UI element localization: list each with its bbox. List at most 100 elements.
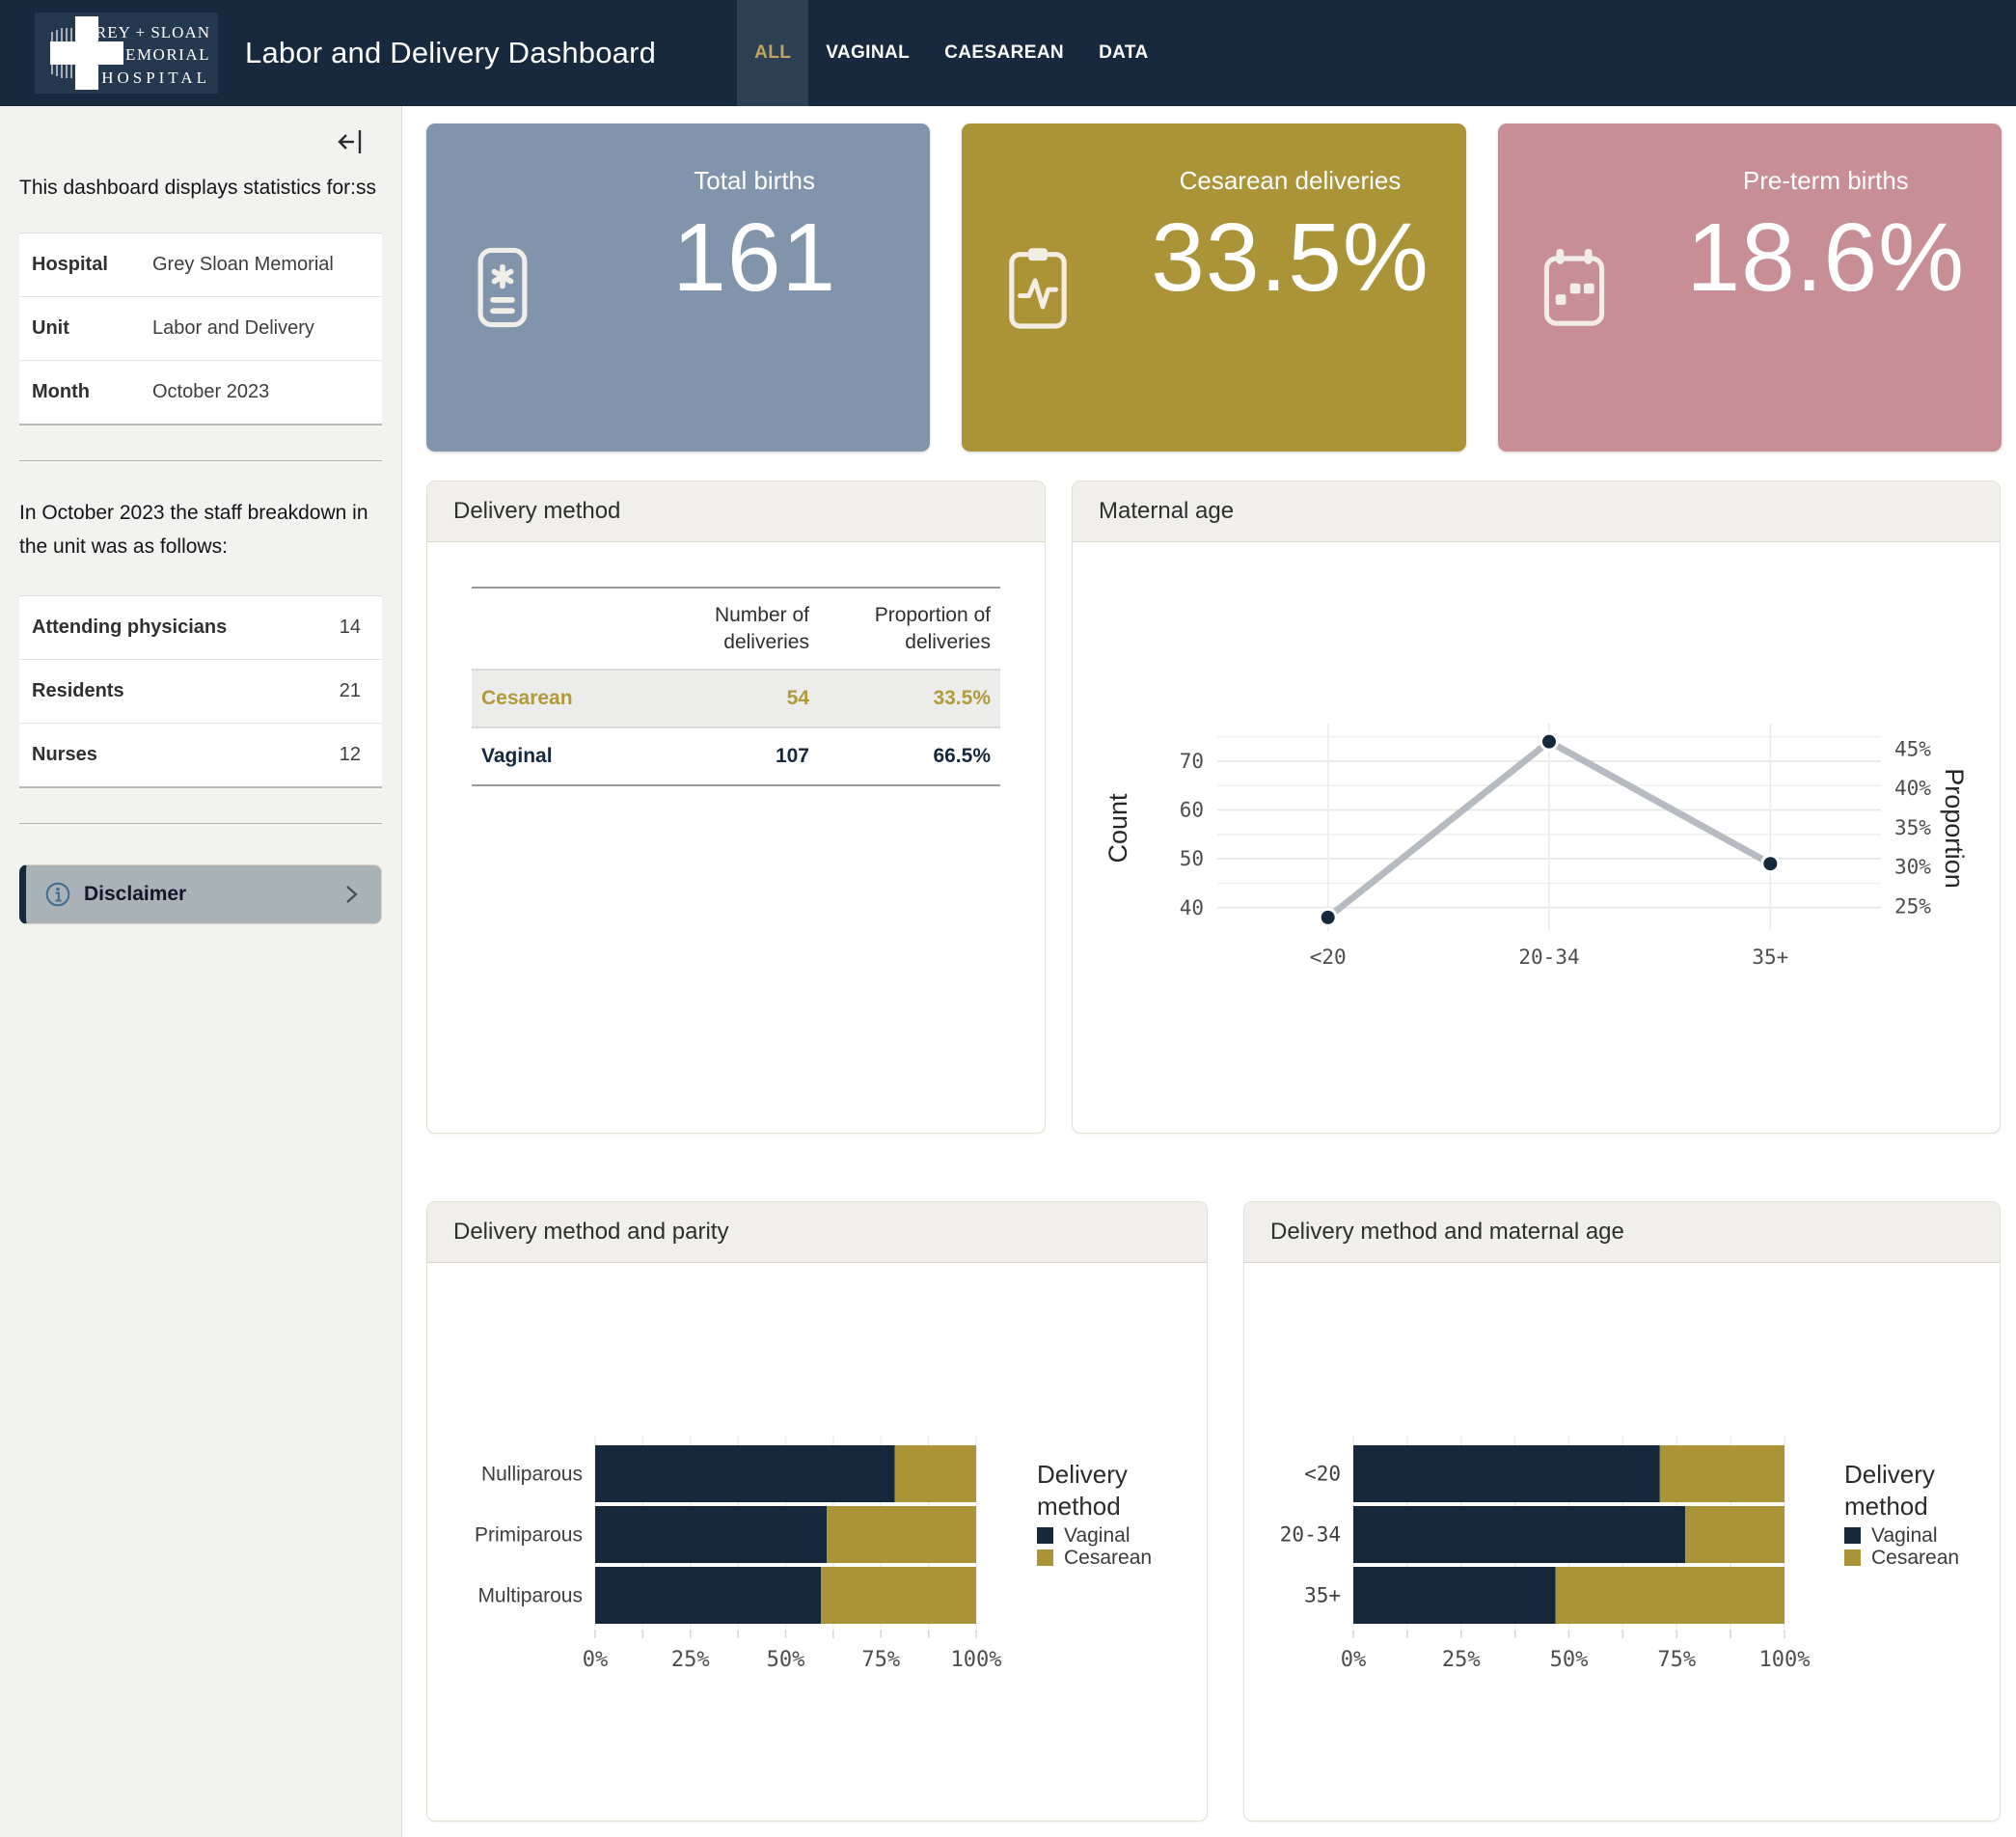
info-icon xyxy=(45,882,70,907)
category-label: <20 xyxy=(1304,1463,1341,1486)
legend-swatch-vaginal xyxy=(1844,1527,1861,1544)
cell-number: 54 xyxy=(638,670,819,727)
cell-proportion: 66.5% xyxy=(819,727,1000,785)
tab-data[interactable]: DATA xyxy=(1081,0,1166,106)
y-right-tick-label: 35% xyxy=(1894,816,1931,839)
data-point xyxy=(1320,909,1336,925)
value-box-row: Total births 161 Cesarean deliveries 33.… xyxy=(426,123,2002,452)
clipboard-pulse-icon xyxy=(962,123,1114,452)
x-tick-label: 20-34 xyxy=(1518,946,1579,969)
y-right-tick-label: 45% xyxy=(1894,738,1931,761)
table-row: Unit Labor and Delivery xyxy=(19,297,382,361)
legend-title: method xyxy=(1844,1492,1928,1521)
maternal-age-stacked-bar-chart: <2020-3435+0%25%50%75%100%Deliverymethod… xyxy=(1244,1263,2000,1822)
bar-segment-vaginal xyxy=(1353,1567,1556,1624)
row-value: Labor and Delivery xyxy=(152,317,314,340)
x-tick-label: 75% xyxy=(1657,1648,1696,1672)
y-left-tick-label: 60 xyxy=(1180,799,1204,822)
column-header: Number of deliveries xyxy=(638,588,819,670)
value-box-total-births: Total births 161 xyxy=(426,123,930,452)
y-axis-title-right: Proportion xyxy=(1940,768,1969,889)
divider xyxy=(19,823,382,824)
card-title: Maternal age xyxy=(1073,481,2000,542)
bar-segment-vaginal xyxy=(595,1567,821,1624)
info-table: Hospital Grey Sloan Memorial Unit Labor … xyxy=(19,233,382,425)
bar-segment-cesarean xyxy=(827,1506,976,1563)
bar-segment-cesarean xyxy=(1556,1567,1784,1624)
logo-line-1: GREY + SLOAN xyxy=(83,23,210,41)
staff-table: Attending physicians 14 Residents 21 Nur… xyxy=(19,595,382,788)
value-box-content: Pre-term births 18.6% xyxy=(1650,123,2002,452)
divider xyxy=(19,460,382,461)
chevron-right-icon xyxy=(341,884,362,905)
table-row: Residents 21 xyxy=(19,660,382,724)
hospital-logo: GREY + SLOAN MEMORIAL HOSPITAL xyxy=(35,0,218,106)
y-axis-title-left: Count xyxy=(1103,793,1132,864)
y-right-tick-label: 30% xyxy=(1894,856,1931,879)
row-label: Vaginal xyxy=(472,727,638,785)
staff-intro-text: In October 2023 the staff breakdown in t… xyxy=(19,496,382,564)
delivery-method-card: Delivery method Number of deliveries Pro… xyxy=(426,480,1046,1134)
nav-tabs: ALL VAGINAL CAESAREAN DATA xyxy=(737,0,1166,106)
value-box-value: 161 xyxy=(672,207,836,309)
row-value: 12 xyxy=(340,744,361,766)
cards-row-1: Delivery method Number of deliveries Pro… xyxy=(426,480,2002,1134)
tab-caesarean[interactable]: CAESAREAN xyxy=(927,0,1081,106)
x-tick-label: 50% xyxy=(1550,1648,1589,1672)
table-row: Attending physicians 14 xyxy=(19,596,382,660)
delivery-method-table: Number of deliveries Proportion of deliv… xyxy=(472,587,1000,786)
bar-segment-vaginal xyxy=(1353,1445,1660,1502)
card-title: Delivery method and parity xyxy=(427,1202,1207,1263)
row-label: Attending physicians xyxy=(32,617,227,639)
x-tick-label: 25% xyxy=(1442,1648,1481,1672)
category-label: 20-34 xyxy=(1280,1523,1341,1547)
category-label: Primiparous xyxy=(475,1524,583,1547)
row-value: October 2023 xyxy=(152,381,269,403)
tab-vaginal[interactable]: VAGINAL xyxy=(808,0,927,106)
maternal-age-line-chart: 4050607025%30%35%40%45%<2020-3435+CountP… xyxy=(1073,542,2000,1134)
grid xyxy=(1217,724,1881,931)
x-tick-label: <20 xyxy=(1310,946,1347,969)
category-label: Nulliparous xyxy=(481,1464,583,1486)
y-right-tick-label: 25% xyxy=(1894,894,1931,918)
value-box-content: Total births 161 xyxy=(579,123,930,452)
page-title: Labor and Delivery Dashboard xyxy=(245,0,656,106)
legend-swatch-vaginal xyxy=(1037,1527,1053,1544)
disclaimer-accordion-button[interactable]: Disclaimer xyxy=(19,864,382,924)
bar-segment-vaginal xyxy=(1353,1506,1685,1563)
table-row: Nurses 12 xyxy=(19,724,382,786)
calendar-icon xyxy=(1498,123,1650,452)
sidebar-collapse-icon[interactable] xyxy=(336,127,365,161)
category-label: Multiparous xyxy=(477,1585,583,1607)
column-header xyxy=(472,588,638,670)
column-header: Proportion of deliveries xyxy=(819,588,1000,670)
x-tick-label: 100% xyxy=(1759,1648,1811,1672)
table-row: Hospital Grey Sloan Memorial xyxy=(19,233,382,297)
card-title: Delivery method and maternal age xyxy=(1244,1202,2000,1263)
table-row-vaginal: Vaginal 107 66.5% xyxy=(472,727,1000,785)
delivery-method-parity-card: Delivery method and parity Nulliparous Pr… xyxy=(426,1201,1208,1822)
x-tick-label: 50% xyxy=(767,1648,805,1672)
x-tick-label: 75% xyxy=(861,1648,900,1672)
table-row-cesarean: Cesarean 54 33.5% xyxy=(472,670,1000,727)
legend-swatch-cesarean xyxy=(1844,1549,1861,1566)
x-tick-label: 0% xyxy=(583,1648,609,1672)
value-box-value: 18.6% xyxy=(1687,207,1966,309)
value-box-title: Pre-term births xyxy=(1743,166,1909,196)
bar-segment-cesarean xyxy=(894,1445,976,1502)
sidebar: This dashboard displays statistics for:s… xyxy=(0,106,402,1837)
logo-line-3: HOSPITAL xyxy=(101,69,210,87)
y-left-tick-label: 70 xyxy=(1180,750,1204,773)
x-tick-label: 35+ xyxy=(1752,946,1788,969)
legend: DeliverymethodVaginalCesarean xyxy=(1037,1460,1152,1569)
bar-segment-cesarean xyxy=(1685,1506,1784,1563)
legend: DeliverymethodVaginalCesarean xyxy=(1844,1460,1959,1569)
card-body: <2020-3435+0%25%50%75%100%Deliverymethod… xyxy=(1244,1263,2000,1822)
legend-title: Delivery xyxy=(1037,1460,1128,1489)
parity-stacked-bar-chart: NulliparousPrimiparousMultiparous0%25%50… xyxy=(427,1263,1207,1822)
card-title: Delivery method xyxy=(427,481,1045,542)
card-body: 4050607025%30%35%40%45%<2020-3435+CountP… xyxy=(1073,542,2000,1134)
bar-segment-cesarean xyxy=(1660,1445,1784,1502)
tab-all[interactable]: ALL xyxy=(737,0,808,106)
x-tick-label: 0% xyxy=(1341,1648,1367,1672)
